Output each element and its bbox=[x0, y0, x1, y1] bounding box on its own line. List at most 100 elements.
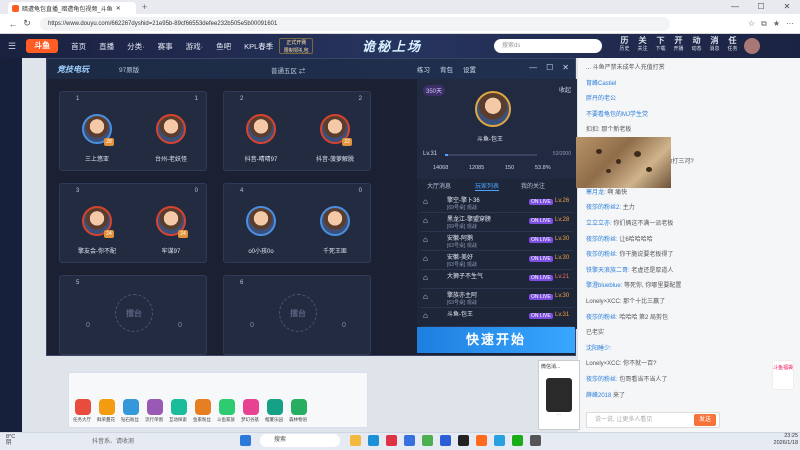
game-version[interactable]: 97原版 bbox=[119, 64, 139, 74]
history-button[interactable]: 历历史 bbox=[618, 37, 631, 54]
practice-button[interactable]: 练习 bbox=[417, 64, 430, 74]
nav-yuba[interactable]: 鱼吧 bbox=[216, 41, 231, 52]
feed-button[interactable]: 动动态 bbox=[690, 37, 703, 54]
nav-live[interactable]: 直播 bbox=[99, 41, 114, 52]
star-icon[interactable]: ☆ bbox=[748, 19, 755, 29]
app-icon-gray[interactable] bbox=[530, 435, 541, 446]
broadcast-button[interactable]: 开开播 bbox=[672, 37, 685, 54]
chat-username[interactable]: 立立立亦: bbox=[586, 221, 612, 227]
wechat-notification[interactable]: 微信消... ··· bbox=[538, 360, 580, 430]
browser-tab[interactable]: 暗遭龟包直播_暗遭龟包视频_斗鱼 ✕ bbox=[8, 2, 136, 14]
windows-start-icon[interactable] bbox=[240, 435, 251, 446]
lobby-player-row[interactable]: ⌂ 斗鱼-包王 ON LIVE Lv.31 bbox=[421, 307, 573, 327]
chat-username[interactable]: 胖丹的老公 bbox=[586, 96, 616, 102]
room-card-4[interactable]: 4 0 o0小孩0o 千死王匪 bbox=[223, 183, 371, 263]
chat-message[interactable]: 不要看龟包的MJ学生党 bbox=[586, 109, 648, 118]
favorites-icon[interactable]: ★ bbox=[773, 19, 780, 29]
chat-message[interactable]: 擎澄blueblue: 等死你, 你哪里要配置 bbox=[586, 280, 681, 289]
room-card-3[interactable]: 3 0 24 24 擎友会-你不配 牢谋97 bbox=[59, 183, 207, 263]
chat-message[interactable]: 夜莎的粉丝2: 主力 bbox=[586, 202, 635, 211]
file-explorer-icon[interactable] bbox=[350, 435, 361, 446]
chat-message[interactable]: Lonely×XCC: 那个十比三赢了 bbox=[586, 296, 665, 305]
settings-button[interactable]: 设置 bbox=[463, 64, 476, 74]
chat-message[interactable]: 胖丹的老公 bbox=[586, 93, 616, 102]
chat-message[interactable]: 育峰Castiel bbox=[586, 78, 616, 87]
room-card-2[interactable]: 2 2 22 抖音-晴晴97 抖音-菠萝解脱 bbox=[223, 91, 371, 171]
game-maximize-icon[interactable]: ☐ bbox=[546, 63, 553, 72]
tab-lobby-messages[interactable]: 大厅消息 bbox=[427, 181, 451, 190]
lobby-player-row[interactable]: ⌂ 擎族亦主阿 [63号桌] 观战 ON LIVE Lv.30 bbox=[421, 288, 573, 308]
app-icon-k[interactable] bbox=[440, 435, 451, 446]
tray-app-icon[interactable] bbox=[171, 399, 187, 415]
chat-message[interactable]: 立立立亦: 你们俩这不满一派老板 bbox=[586, 218, 673, 227]
chat-message[interactable]: 夜莎的粉丝: 你干脆说要老板得了 bbox=[586, 249, 673, 258]
player-avatar[interactable] bbox=[246, 206, 276, 236]
tasks-button[interactable]: 任任务 bbox=[726, 37, 739, 54]
tray-app-icon[interactable] bbox=[219, 399, 235, 415]
chat-username[interactable]: 沈阳睡少: bbox=[586, 346, 612, 352]
app-icon-blue[interactable] bbox=[404, 435, 415, 446]
back-arrow-icon[interactable]: ← bbox=[6, 19, 20, 29]
chat-username[interactable]: 不要看龟包的MJ学生党 bbox=[586, 112, 648, 118]
profile-avatar[interactable] bbox=[475, 91, 511, 127]
tab-close-icon[interactable]: ✕ bbox=[116, 5, 121, 12]
chat-username[interactable]: 寒月龙: bbox=[586, 190, 606, 196]
chat-username[interactable]: 育峰Castiel bbox=[586, 81, 616, 87]
player-avatar[interactable] bbox=[246, 114, 276, 144]
nav-events[interactable]: 赛事 bbox=[158, 41, 173, 52]
app-icon-green[interactable] bbox=[422, 435, 433, 446]
chat-username[interactable]: 铁擎天浪族二哥: bbox=[586, 268, 630, 274]
chat-username[interactable]: 薛峰2018 bbox=[586, 393, 611, 399]
chat-message[interactable]: 已老实 bbox=[586, 327, 604, 336]
chat-username[interactable]: 夜莎的粉丝: bbox=[586, 315, 618, 321]
header-banner-text[interactable]: 诡秘上场 bbox=[362, 36, 422, 55]
room-card-1[interactable]: 1 1 28 三上悠亚 台州-老妖怪 bbox=[59, 91, 207, 171]
quick-start-button[interactable]: 快速开始 bbox=[417, 327, 575, 353]
chat-message[interactable]: 薛峰2018 来了 bbox=[586, 390, 625, 399]
lobby-player-row[interactable]: ⌂ 安徽-阿鹅 [63号桌] 观战 ON LIVE Lv.30 bbox=[421, 231, 573, 251]
chat-message[interactable]: ... 斗鱼严禁未成年人充值打赏 bbox=[586, 62, 665, 71]
lucky-bag-badge[interactable]: 斗鱼福袋 bbox=[772, 360, 794, 390]
room-card-6[interactable]: 6 擂台 0 0 bbox=[223, 275, 371, 355]
chat-message[interactable]: 夜莎的粉丝: 哈哈哈 第2 局剪包 bbox=[586, 312, 668, 321]
douyu-search-input[interactable]: 搜索ds bbox=[494, 39, 602, 53]
chat-message[interactable]: 寒月龙: 啊 痛快 bbox=[586, 187, 627, 196]
game-close-icon[interactable]: ✕ bbox=[562, 63, 569, 72]
follow-button[interactable]: 关关注 bbox=[636, 37, 649, 54]
douyu-logo[interactable]: 斗鱼 bbox=[26, 39, 59, 53]
lobby-player-row[interactable]: ⌂ 安徽-美好 [63号桌] 观战 ON LIVE Lv.30 bbox=[421, 250, 573, 270]
messages-button[interactable]: 消消息 bbox=[708, 37, 721, 54]
wechat-taskbar-icon[interactable] bbox=[512, 435, 523, 446]
url-field[interactable]: https://www.douyu.com/662267dyshid=21e95… bbox=[40, 16, 670, 31]
maximize-button[interactable]: ☐ bbox=[748, 0, 774, 14]
backpack-button[interactable]: 背包 bbox=[440, 64, 453, 74]
tray-app-icon[interactable] bbox=[291, 399, 307, 415]
system-clock[interactable]: 23:25 2026/1/18 bbox=[742, 433, 798, 447]
chat-username[interactable]: 夜莎的粉丝: bbox=[586, 237, 618, 243]
game-minimize-icon[interactable]: — bbox=[529, 63, 537, 72]
tray-app-icon[interactable] bbox=[267, 399, 283, 415]
minimize-button[interactable]: — bbox=[722, 0, 748, 14]
nav-games[interactable]: 游戏· bbox=[186, 41, 204, 52]
player-avatar[interactable] bbox=[156, 114, 186, 144]
chat-username[interactable]: 夜莎的粉丝2: bbox=[586, 205, 621, 211]
player-avatar[interactable] bbox=[320, 206, 350, 236]
tray-app-icon[interactable] bbox=[75, 399, 91, 415]
chat-message[interactable]: 夜莎的粉丝: 包哥看当不当人了 bbox=[586, 374, 667, 383]
send-button[interactable]: 发送 bbox=[694, 414, 716, 426]
refresh-icon[interactable]: ↻ bbox=[20, 18, 34, 29]
chat-message[interactable]: 夜莎的粉丝: 让6哈哈哈哈 bbox=[586, 234, 653, 243]
chat-username[interactable]: 擎澄blueblue: bbox=[586, 283, 622, 289]
room-card-5[interactable]: 5 擂台 0 0 bbox=[59, 275, 207, 355]
chat-message[interactable]: 扣扣: 那个新老板 bbox=[586, 124, 631, 133]
taskbar-search[interactable]: 搜索 bbox=[260, 434, 340, 447]
douyu-taskbar-icon[interactable] bbox=[476, 435, 487, 446]
nav-home[interactable]: 首页 bbox=[71, 41, 86, 52]
tab-my-follows[interactable]: 我的关注 bbox=[521, 181, 545, 190]
user-avatar[interactable] bbox=[744, 38, 760, 54]
new-tab-icon[interactable]: + bbox=[142, 2, 147, 12]
chat-message[interactable]: 铁擎天浪族二哥: 老虚还是厚道人 bbox=[586, 265, 673, 274]
nav-kpl[interactable]: KPL春季 bbox=[244, 41, 273, 52]
app-icon-dark[interactable] bbox=[458, 435, 469, 446]
more-menu-icon[interactable]: ⋯ bbox=[786, 19, 794, 29]
